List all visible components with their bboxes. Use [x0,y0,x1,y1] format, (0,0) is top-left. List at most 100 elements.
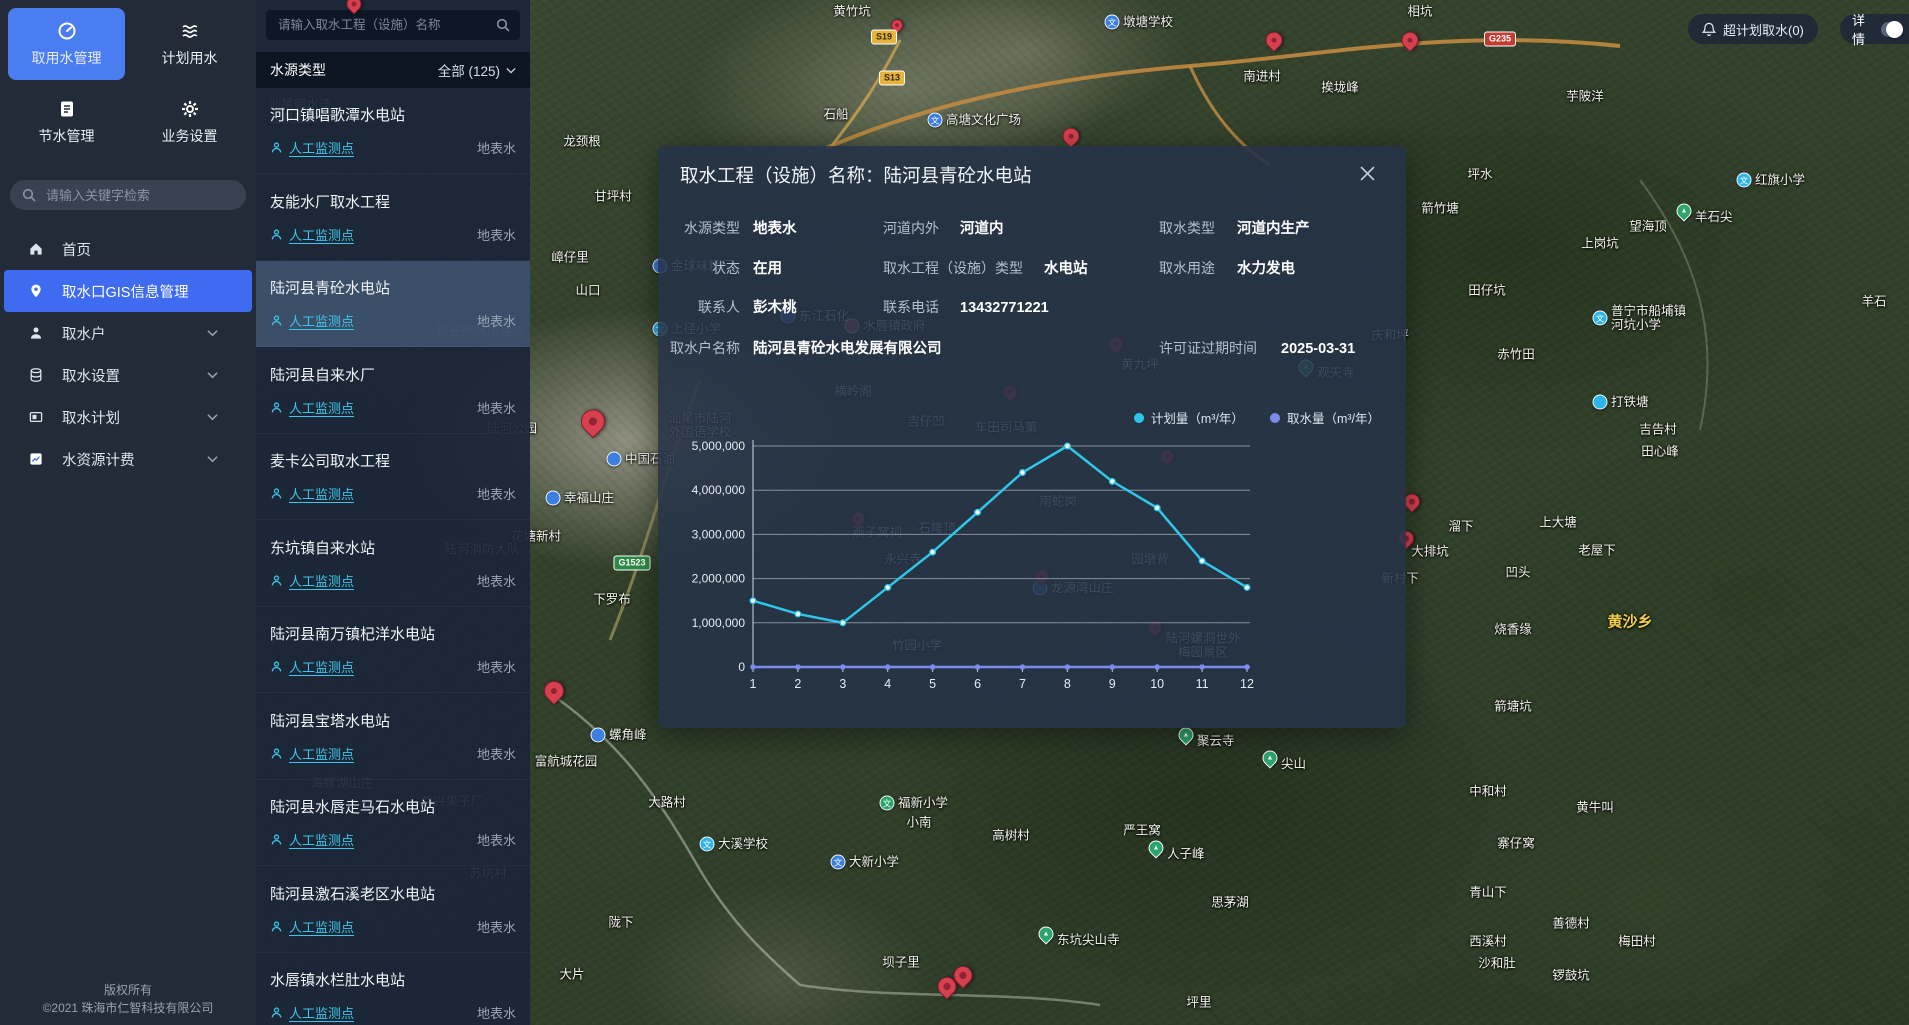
detail-toggle-switch[interactable] [1881,22,1903,37]
facility-list-item[interactable]: 陆河县自来水厂人工监测点地表水 [256,348,530,434]
intake-map-pin[interactable] [1398,28,1422,52]
map-label: 挨垅峰 [1321,77,1359,96]
monitor-type-link[interactable]: 人工监测点 [289,138,354,157]
intake-chart: 01,000,0002,000,0003,000,0004,000,0005,0… [658,394,1406,706]
person-icon [270,1006,283,1019]
map-label: 上大塘 [1539,512,1577,531]
map-label: 善德村 [1552,913,1590,932]
sidebar-item-gis-management[interactable]: 取水口GIS信息管理 [4,270,252,312]
map-label: 大路村 [648,792,686,811]
facility-sub-row: 人工监测点 地表水 [270,830,516,849]
water-source-type: 地表水 [477,830,516,849]
poi-marker-blue [607,452,622,467]
map-label: 思茅湖 [1211,892,1249,911]
map-label: 溜下 [1448,516,1473,535]
poi-label: 尖山 [1281,757,1306,771]
facility-search [266,10,520,40]
field-value: 彭木桃 [753,300,797,316]
field-value: 水力发电 [1237,261,1295,277]
poi-label: 福新小学 [898,796,948,810]
map-label: 芋陂洋 [1566,86,1604,105]
map-label: 西溪村 [1469,931,1507,950]
module-business-settings[interactable]: 业务设置 [131,86,248,158]
monitor-type-link[interactable]: 人工监测点 [289,225,354,244]
person-icon [270,314,283,327]
facility-name: 河口镇唱歌潭水电站 [270,104,405,125]
facility-sub-row: 人工监测点地表水 [270,398,516,417]
search-icon[interactable] [496,18,510,32]
facility-list-item[interactable]: 陆河县宝塔水电站人工监测点地表水 [256,694,530,780]
svg-text:2: 2 [794,677,801,691]
module-water-intake[interactable]: 取用水管理 [8,8,125,80]
intake-map-pin[interactable] [540,677,568,705]
intake-map-pin[interactable] [1059,124,1083,148]
poi-label: 普宁市船埔镇河坑小学 [1611,304,1686,332]
card-icon [28,409,44,425]
field-value: 在用 [753,261,782,277]
sidebar-search-input[interactable] [44,187,234,204]
facility-list-item[interactable]: 陆河县水唇走马石水电站人工监测点地表水 [256,780,530,866]
module-label: 节水管理 [39,126,95,146]
monitor-type-link[interactable]: 人工监测点 [289,1003,354,1022]
modal-title: 取水工程（设施）名称：陆河县青砼水电站 [680,162,1032,188]
field-value: 2025-03-31 [1281,341,1355,357]
facility-list-item[interactable]: 陆河县青砼水电站人工监测点地表水 [256,261,530,347]
monitor-type-link[interactable]: 人工监测点 [289,917,354,936]
intake-map-pin[interactable] [1262,28,1286,52]
svg-text:11: 11 [1196,677,1209,691]
map-label: 严王窝 [1123,820,1161,839]
over-plan-intake-button[interactable]: 超计划取水(0) [1688,14,1818,44]
monitor-type-link[interactable]: 人工监测点 [289,571,354,590]
field-value: 水电站 [1044,261,1088,277]
filter-value-dropdown[interactable]: 全部 (125) [438,60,516,80]
poi-label: 东坑尖山寺 [1057,933,1120,947]
facility-name: 水唇镇水栏肚水电站 [270,969,405,990]
sidebar-item-water-billing[interactable]: 水资源计费 [0,438,256,480]
sidebar-item-intake-settings[interactable]: 取水设置 [0,354,256,396]
facility-search-input[interactable] [276,17,488,33]
facility-name: 麦卡公司取水工程 [270,450,390,471]
facility-list-item[interactable]: 陆河县南万镇杞洋水电站人工监测点地表水 [256,607,530,693]
poi-marker-green: ▲ [1259,747,1280,768]
sidebar-item-water-users[interactable]: 取水户 [0,312,256,354]
facility-list-item[interactable]: 麦卡公司取水工程人工监测点地表水 [256,434,530,520]
monitor-type-link[interactable]: 人工监测点 [289,484,354,503]
modal-field: 取水工程（设施）类型水电站 [883,258,1088,279]
chevron-down-icon [207,371,218,379]
intake-map-pin[interactable] [576,404,610,438]
monitor-type-link[interactable]: 人工监测点 [289,398,354,417]
poi-label: 人子峰 [1167,847,1205,861]
map-label: 黄牛叫 [1576,797,1614,816]
facility-list-item[interactable]: 河口镇唱歌潭水电站人工监测点地表水 [256,88,530,174]
map-label: 望海顶 [1629,216,1667,235]
modal-field: 状态在用 [658,258,782,279]
poi-label: 打铁塘 [1611,395,1649,409]
sidebar-item-intake-plan[interactable]: 取水计划 [0,396,256,438]
svg-text:10: 10 [1150,677,1164,691]
field-label: 取水用途 [1159,258,1215,278]
facility-list-item[interactable]: 友能水厂取水工程人工监测点地表水 [256,175,530,261]
facility-list-item[interactable]: 水唇镇水栏肚水电站人工监测点地表水 [256,953,530,1025]
map-label: 山口 [575,280,600,299]
facility-sub-row: 人工监测点地表水 [270,311,516,330]
poi-label: 高塘文化广场 [946,113,1021,127]
sidebar-item-home[interactable]: 首页 [0,228,256,270]
monitor-type-link[interactable]: 人工监测点 [289,830,354,849]
facility-list-item[interactable]: 东坑镇自来水站人工监测点地表水 [256,521,530,607]
poi-label: 螺角峰 [609,728,647,742]
map-label: 梅田村 [1618,931,1656,950]
monitor-type-link[interactable]: 人工监测点 [289,744,354,763]
module-planned-water[interactable]: 计划用水 [131,8,248,80]
person-icon [270,487,283,500]
close-icon[interactable] [1356,162,1378,184]
monitor-type-link[interactable]: 人工监测点 [289,657,354,676]
copyright-line2: ©2021 珠海市仁智科技有限公司 [0,999,256,1017]
filter-label: 水源类型 [270,60,326,80]
facility-list-item[interactable]: 陆河县激石溪老区水电站人工监测点地表水 [256,867,530,953]
module-water-saving[interactable]: 节水管理 [8,86,125,158]
map-label: 锣鼓坑 [1552,965,1590,984]
person-icon [270,833,283,846]
monitor-type-link[interactable]: 人工监测点 [289,311,354,330]
user-icon [28,325,44,341]
field-value: 地表水 [753,221,797,237]
